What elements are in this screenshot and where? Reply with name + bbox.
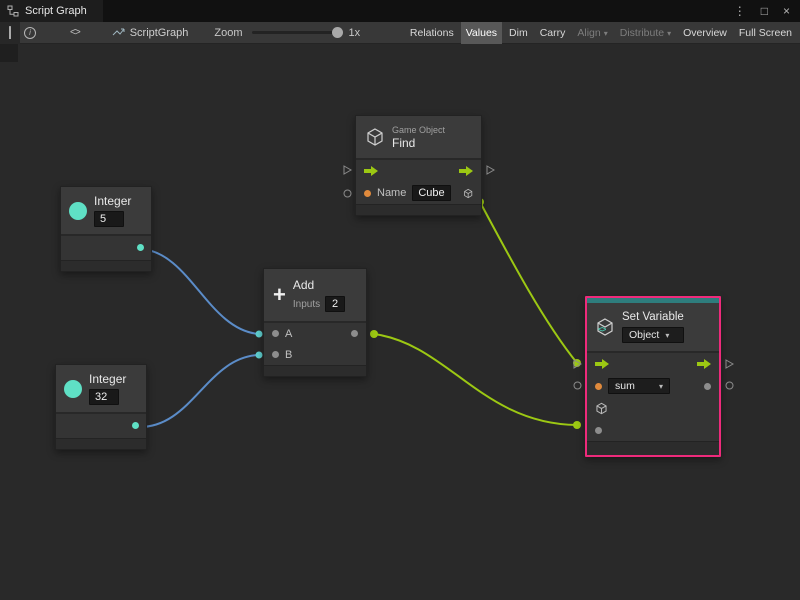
maximize-icon[interactable]: □ (761, 4, 768, 18)
flow-input-arrow-icon[interactable] (595, 359, 609, 369)
zoom-slider[interactable] (252, 31, 340, 34)
variable-name-input-port[interactable] (595, 383, 602, 390)
output-circle-port[interactable] (725, 381, 734, 390)
object-target-port-icon[interactable] (595, 402, 608, 415)
edge-find-to-setvariable[interactable] (480, 202, 577, 363)
flow-output-arrow-icon[interactable] (697, 359, 711, 369)
edge-integer32-to-add-b[interactable] (136, 355, 259, 427)
close-icon[interactable]: × (783, 4, 790, 18)
add-input-a-label: A (285, 328, 292, 340)
add-input-b-label: B (285, 349, 292, 361)
node-add[interactable]: + Add Inputs 2 A B (263, 268, 367, 377)
node-footer (587, 441, 719, 455)
code-icon[interactable]: <> (70, 27, 80, 38)
distribute-label: Distribute (620, 27, 664, 39)
zoom-label: Zoom (214, 27, 242, 39)
toolbar-button-overview[interactable]: Overview (678, 22, 732, 44)
node-set-variable[interactable]: <> Set Variable Object ▾ sum ▾ (585, 296, 721, 457)
toolbar-button-dim[interactable]: Dim (504, 22, 533, 44)
edge-endpoint (370, 330, 378, 338)
menu-icon[interactable]: ⋮ (734, 4, 746, 18)
tab-script-graph[interactable]: Script Graph (0, 0, 103, 22)
integer-output-port[interactable] (132, 422, 139, 429)
name-value-field[interactable]: Cube (412, 185, 450, 201)
node-footer (56, 438, 146, 449)
integer-output-port[interactable] (137, 244, 144, 251)
name-input-circle-port[interactable] (573, 381, 582, 390)
chevron-down-icon: ▾ (665, 331, 669, 340)
add-input-a-port[interactable] (272, 330, 279, 337)
variable-output-port[interactable] (704, 383, 711, 390)
flow-output-triangle-port[interactable] (725, 359, 734, 369)
add-output-port[interactable] (351, 330, 358, 337)
node-title: Set Variable (622, 311, 684, 323)
integer-value-field[interactable]: 32 (89, 389, 119, 405)
toolbar-button-values[interactable]: Values (461, 22, 502, 44)
value-input-port[interactable] (595, 427, 602, 434)
edge-endpoint (256, 352, 263, 359)
node-category: Game Object (392, 125, 445, 135)
gameobject-output-port-icon[interactable] (463, 187, 473, 200)
node-integer-top[interactable]: Integer 5 (60, 186, 152, 272)
window-title: Script Graph (25, 5, 87, 17)
integer-type-icon (69, 202, 87, 220)
add-input-b-port[interactable] (272, 351, 279, 358)
node-title: Find (392, 136, 445, 150)
node-title: Integer (94, 194, 131, 208)
zoom-slider-thumb[interactable] (332, 27, 343, 38)
integer-type-icon (64, 380, 82, 398)
canvas-corner (0, 44, 18, 62)
toolbar-button-carry[interactable]: Carry (535, 22, 571, 44)
graph-ref-icon (112, 27, 125, 38)
info-button[interactable]: i (20, 22, 40, 44)
zoom-value: 1x (349, 27, 361, 39)
node-title: Integer (89, 372, 126, 386)
inputs-count-field[interactable]: 2 (325, 296, 345, 312)
toolbar-button-align[interactable]: Align ▾ (572, 22, 612, 44)
node-footer (61, 260, 151, 271)
node-title: Add (293, 278, 345, 292)
variable-name-dropdown[interactable]: sum ▾ (608, 378, 670, 394)
toolbar-button-distribute[interactable]: Distribute▾ (615, 22, 676, 44)
name-input-circle-port[interactable] (343, 189, 352, 198)
node-footer (264, 365, 366, 376)
toolbar: i <> ScriptGraph Zoom 1x Relations Value… (0, 22, 800, 44)
chevron-down-icon: ▾ (604, 29, 608, 38)
edge-endpoint (573, 421, 581, 429)
edge-add-to-setvariable-value[interactable] (374, 334, 577, 425)
flow-input-arrow-icon[interactable] (364, 166, 378, 176)
graph-reference[interactable]: ScriptGraph (112, 27, 189, 39)
variable-kind-value: Object (629, 329, 659, 341)
flow-output-triangle-port[interactable] (486, 165, 495, 175)
set-variable-icon: <> (595, 317, 615, 337)
info-icon: i (24, 27, 36, 39)
node-integer-bottom[interactable]: Integer 32 (55, 364, 147, 450)
add-plus-icon: + (273, 285, 286, 305)
integer-value-field[interactable]: 5 (94, 211, 124, 227)
edge-endpoint (256, 331, 263, 338)
edge-integer5-to-add-a[interactable] (141, 249, 259, 334)
graph-name-label: ScriptGraph (130, 27, 189, 39)
script-graph-icon (7, 5, 19, 17)
flow-output-arrow-icon[interactable] (459, 166, 473, 176)
align-label: Align (577, 27, 600, 39)
variable-kind-dropdown[interactable]: Object ▾ (622, 327, 684, 343)
lock-button[interactable] (0, 22, 20, 44)
name-port-label: Name (377, 187, 406, 199)
variable-name-value: sum (615, 380, 635, 392)
node-footer (356, 204, 481, 215)
lock-icon (9, 27, 11, 39)
flow-input-triangle-port[interactable] (343, 165, 352, 175)
flow-input-triangle-port[interactable] (573, 359, 582, 369)
chevron-down-icon: ▾ (667, 29, 671, 38)
node-find[interactable]: Game Object Find Name Cube (355, 115, 482, 216)
toolbar-button-fullscreen[interactable]: Full Screen (734, 22, 797, 44)
chevron-down-icon: ▾ (659, 382, 663, 391)
game-object-cube-icon (365, 127, 385, 147)
toolbar-button-relations[interactable]: Relations (405, 22, 459, 44)
inputs-label: Inputs (293, 299, 320, 310)
graph-canvas[interactable]: Integer 5 Integer 32 (0, 0, 800, 600)
string-input-port[interactable] (364, 190, 371, 197)
title-bar: Script Graph ⋮ □ × (0, 0, 800, 22)
